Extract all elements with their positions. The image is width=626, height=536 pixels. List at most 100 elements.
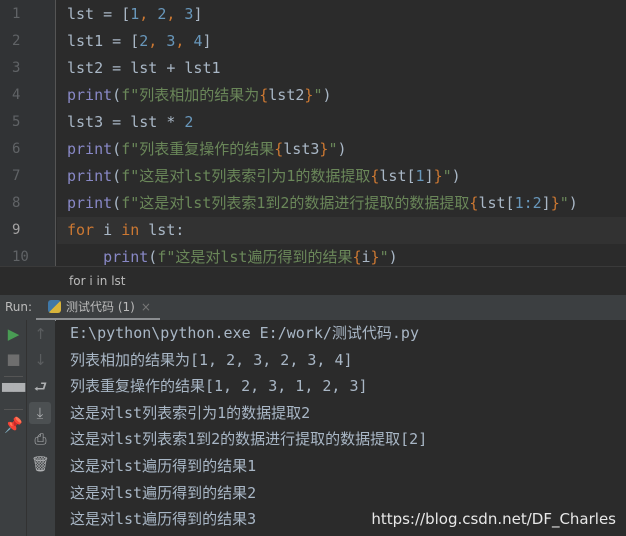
- code-token: lst2: [268, 86, 305, 104]
- code-token: (: [112, 167, 122, 185]
- line-number: 4: [12, 87, 21, 103]
- code-token: lst[: [478, 194, 515, 212]
- python-icon: [48, 300, 61, 313]
- watermark: https://blog.csdn.net/DF_Charles: [371, 510, 616, 528]
- code-token: print: [67, 86, 113, 104]
- code-token: (: [112, 140, 122, 158]
- code-token: }: [370, 248, 380, 266]
- breadcrumb[interactable]: for i in lst: [0, 266, 626, 294]
- code-token: lst3: [283, 140, 320, 158]
- line-number: 2: [12, 33, 21, 49]
- code-line[interactable]: lst2 = lst + lst1: [57, 55, 626, 82]
- run-tab-label: 测试代码 (1): [66, 300, 135, 314]
- code-token: ): [568, 194, 578, 212]
- code-token: print: [67, 167, 113, 185]
- code-token: ): [322, 86, 332, 104]
- code-token: (: [112, 194, 122, 212]
- code-line[interactable]: print(f"这是对lst列表索引为1的数据提取{lst[1]}"): [57, 163, 626, 190]
- run-side-toolbar: ▶ ■ ▀▀ 📌: [0, 320, 27, 536]
- code-token: ,: [166, 5, 185, 23]
- print-icon[interactable]: ⎙: [27, 430, 54, 448]
- line-number: 1: [12, 6, 21, 22]
- layout-icon[interactable]: ▀▀: [0, 383, 27, 401]
- code-token: ,: [175, 32, 194, 50]
- console-toolbar: ↑ ↓ ⮐ ⤓ ⎙ 🗑: [27, 320, 55, 536]
- run-icon[interactable]: ▶: [0, 325, 27, 343]
- code-token: lst[: [379, 167, 416, 185]
- code-token: for: [67, 221, 95, 239]
- code-token: ]: [202, 32, 212, 50]
- console-line: E:\python\python.exe E:/work/测试代码.py: [70, 324, 419, 342]
- soft-wrap-icon[interactable]: ⮐: [27, 377, 54, 402]
- code-token: print: [67, 140, 113, 158]
- code-line[interactable]: for i in lst:: [57, 217, 626, 244]
- divider: [4, 376, 23, 377]
- code-token: f"这是对lst列表索1到2的数据进行提取的数据提取: [121, 194, 470, 212]
- code-token: {: [352, 248, 362, 266]
- code-token: in: [121, 221, 140, 239]
- line-number: 6: [12, 141, 21, 157]
- console-output[interactable]: E:\python\python.exe E:/work/测试代码.py 列表相加…: [56, 320, 626, 536]
- up-arrow-icon[interactable]: ↑: [27, 325, 54, 343]
- code-token: ,: [148, 32, 167, 50]
- code-token: i: [94, 221, 122, 239]
- code-token: ]: [193, 5, 203, 23]
- trash-icon[interactable]: 🗑: [27, 455, 54, 473]
- run-tab[interactable]: 测试代码 (1) ×: [36, 295, 160, 321]
- code-token: lst =: [67, 5, 122, 23]
- code-token: [: [121, 5, 131, 23]
- code-token: f"列表重复操作的结果: [121, 140, 275, 158]
- line-number: 5: [12, 114, 21, 130]
- code-token: print: [67, 194, 113, 212]
- console-line: 这是对lst遍历得到的结果2: [70, 483, 257, 502]
- code-token: ,: [139, 5, 158, 23]
- code-token: 1: [130, 5, 140, 23]
- code-editor[interactable]: 1 2 3 4 5 6 7 8 9 10 lst = [1, 2, 3] lst1 = [2, 3,…: [0, 0, 626, 266]
- code-token: 1: [415, 167, 425, 185]
- code-token: (: [148, 248, 158, 266]
- scroll-to-end-icon[interactable]: ⤓: [29, 402, 51, 424]
- code-token: f"这是对lst列表索引为1的数据提取: [121, 167, 371, 185]
- pin-icon[interactable]: 📌: [0, 416, 27, 434]
- code-token: f"列表相加的结果为: [121, 86, 260, 104]
- code-token: 1:2: [514, 194, 542, 212]
- code-token: lst2 = lst + lst1: [67, 59, 221, 77]
- code-token: 2: [184, 113, 194, 131]
- code-token: lst3 = lst *: [67, 113, 185, 131]
- code-line[interactable]: lst1 = [2, 3, 4]: [57, 28, 626, 55]
- code-token: ): [388, 248, 398, 266]
- code-token: ": [442, 167, 452, 185]
- line-number: 9: [12, 222, 21, 238]
- code-token: i: [361, 248, 371, 266]
- down-arrow-icon[interactable]: ↓: [27, 351, 54, 369]
- stop-icon[interactable]: ■: [0, 350, 27, 368]
- code-line[interactable]: print(f"列表重复操作的结果{lst3}"): [57, 136, 626, 163]
- divider: [4, 409, 23, 410]
- console-line: 这是对lst列表索引为1的数据提取2: [70, 403, 311, 422]
- code-token: ": [379, 248, 389, 266]
- close-icon[interactable]: ×: [141, 300, 151, 314]
- console-line: 这是对lst列表索1到2的数据进行提取的数据提取[2]: [70, 430, 428, 449]
- code-token: {: [274, 140, 284, 158]
- code-token: f"这是对lst遍历得到的结果: [157, 248, 353, 266]
- code-token: 2: [139, 32, 149, 50]
- code-token: print: [103, 248, 149, 266]
- code-token: }: [550, 194, 560, 212]
- code-token: }: [433, 167, 443, 185]
- line-number-gutter: 1 2 3 4 5 6 7 8 9 10: [0, 0, 56, 266]
- console-line: 列表重复操作的结果[1, 2, 3, 1, 2, 3]: [70, 377, 368, 396]
- code-token: (: [112, 86, 122, 104]
- code-line[interactable]: lst = [1, 2, 3]: [57, 1, 626, 28]
- code-line[interactable]: print(f"这是对lst列表索1到2的数据进行提取的数据提取{lst[1:2…: [57, 190, 626, 217]
- line-number: 8: [12, 195, 21, 211]
- console-line: 这是对lst遍历得到的结果3: [70, 510, 257, 529]
- code-token: [: [130, 32, 140, 50]
- code-token: {: [259, 86, 269, 104]
- code-line[interactable]: print(f"列表相加的结果为{lst2}"): [57, 82, 626, 109]
- code-token: lst:: [139, 221, 185, 239]
- run-label: Run:: [5, 300, 33, 314]
- code-line[interactable]: lst3 = lst * 2: [57, 109, 626, 136]
- code-token: lst1 =: [67, 32, 131, 50]
- code-token: ): [337, 140, 347, 158]
